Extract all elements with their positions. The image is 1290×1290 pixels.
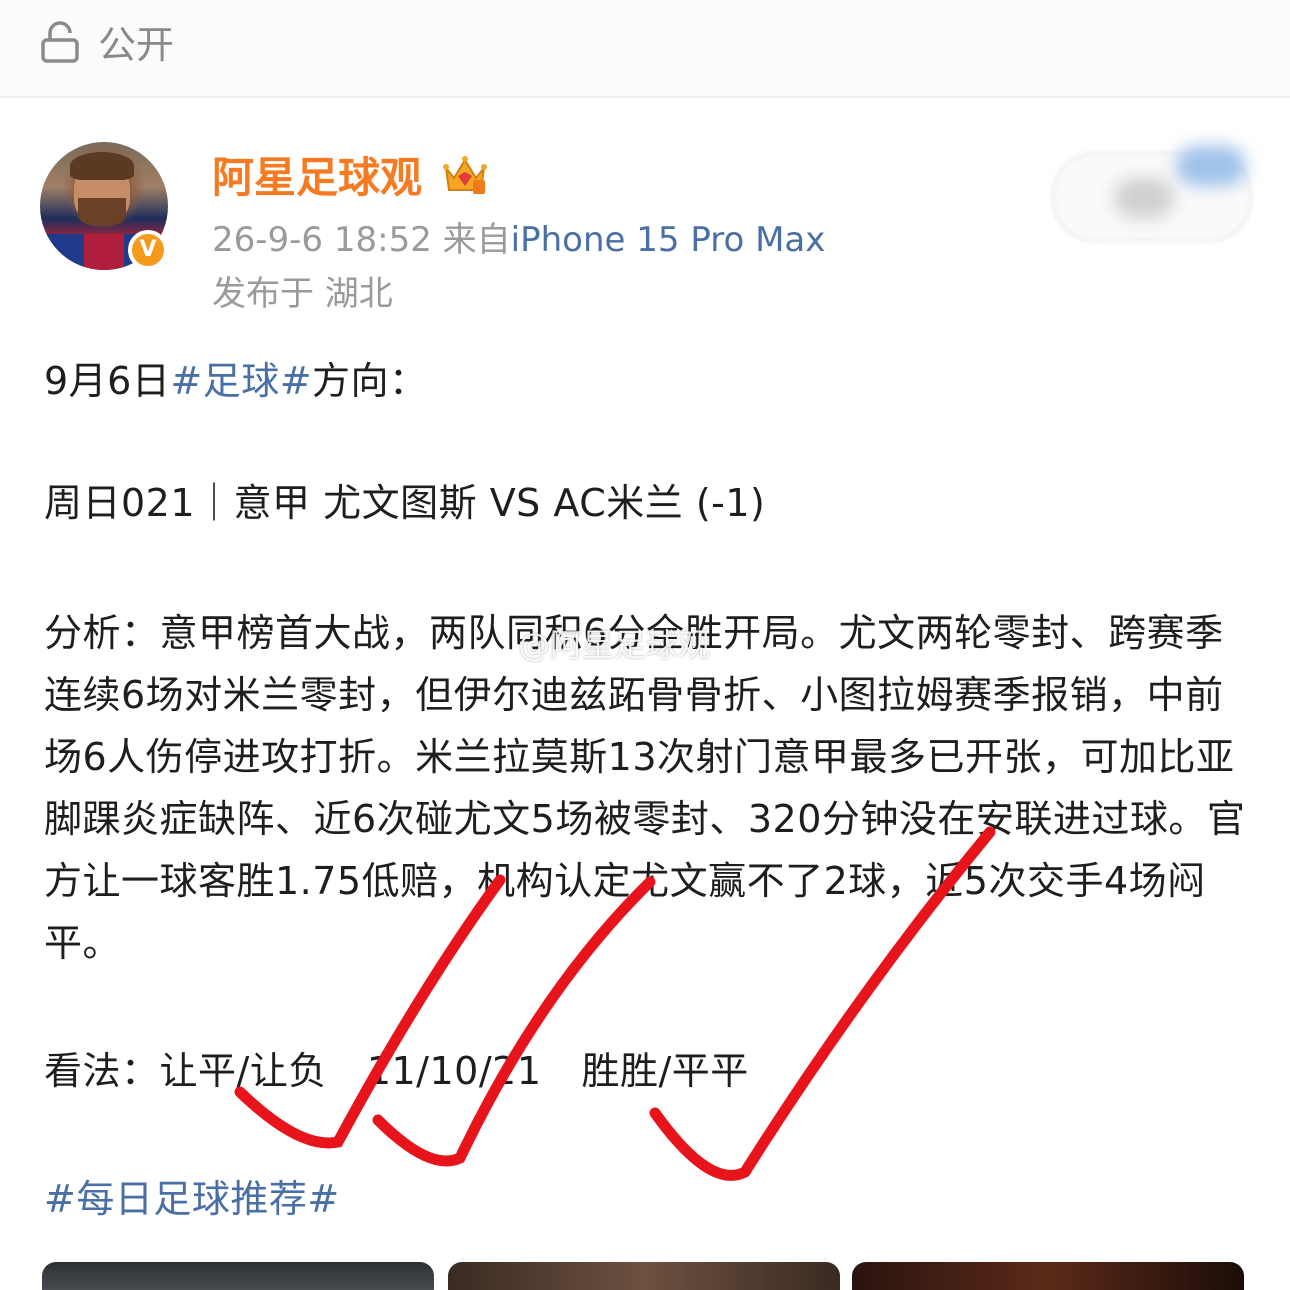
post-meta: 26-9-6 18:52 来自iPhone 15 Pro Max: [212, 216, 825, 264]
prediction-line: 看法：让平/让负 11/10/21 胜胜/平平: [44, 1040, 749, 1102]
privacy-bar[interactable]: 公开: [0, 0, 1290, 98]
post-location: 发布于 湖北: [212, 274, 393, 314]
author-name[interactable]: 阿星足球观: [212, 148, 422, 208]
image-thumbnail-1[interactable]: [42, 1262, 434, 1290]
verified-badge-icon: V: [128, 230, 168, 270]
hashtag-football[interactable]: #足球#: [170, 359, 312, 403]
follow-button[interactable]: [1052, 146, 1252, 242]
weibo-post-screen: 公开 V 阿星足球观 26-9-6 18:52 来自iPhone 15 Pro …: [0, 0, 1290, 1290]
device-link[interactable]: iPhone 15 Pro Max: [511, 220, 826, 260]
image-watermark: @阿星足球观: [518, 626, 711, 664]
post-heading-line: 9月6日#足球#方向：: [44, 359, 428, 403]
privacy-label: 公开: [98, 23, 175, 67]
source-prefix: 来自: [442, 220, 511, 260]
post-timestamp: 26-9-6 18:52: [212, 220, 432, 260]
hashtag-daily-recommendation[interactable]: #每日足球推荐#: [44, 1168, 340, 1230]
match-line: 周日021｜意甲 尤文图斯 VS AC米兰 (-1): [44, 481, 766, 525]
crown-icon[interactable]: [440, 150, 490, 200]
image-thumbnail-2[interactable]: [448, 1262, 840, 1290]
view-scores: 11/10/21: [366, 1049, 542, 1093]
image-thumbnail-3[interactable]: [852, 1262, 1244, 1290]
view-label: 看法：: [44, 1049, 160, 1093]
lock-icon: [41, 21, 79, 63]
view-picks: 让平/让负: [159, 1049, 327, 1093]
view-halftime: 胜胜/平平: [581, 1049, 749, 1093]
